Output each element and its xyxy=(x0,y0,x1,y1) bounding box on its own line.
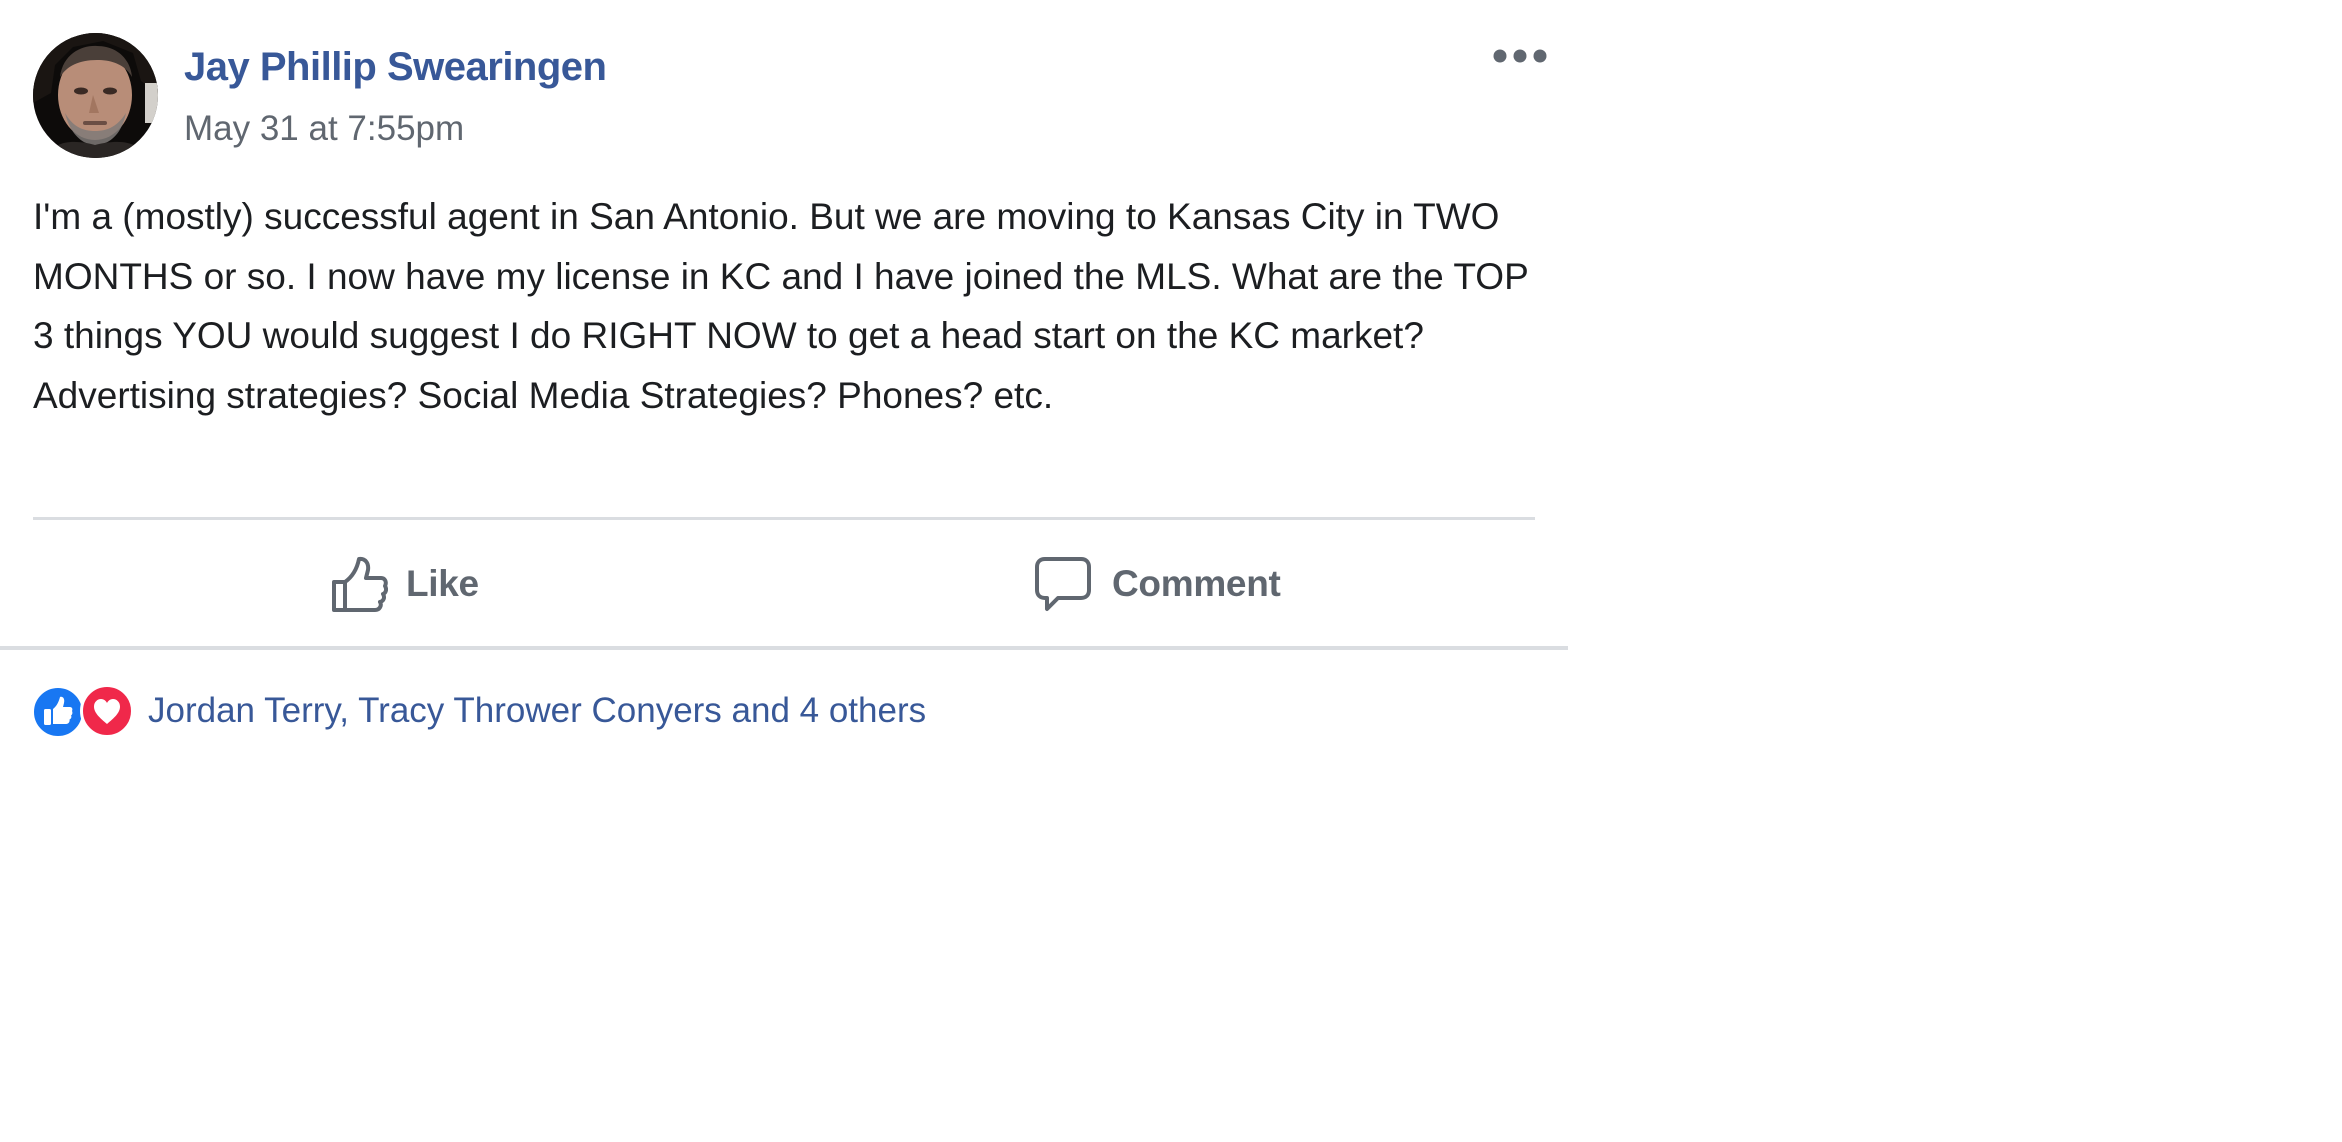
like-button[interactable]: Like xyxy=(330,548,479,620)
thumbs-up-icon xyxy=(332,556,388,612)
comment-label: Comment xyxy=(1112,563,1281,604)
section-divider xyxy=(0,646,1568,650)
like-reaction-icon xyxy=(32,686,84,738)
reaction-icons[interactable] xyxy=(32,684,134,738)
more-options-icon xyxy=(1493,49,1547,63)
like-label: Like xyxy=(406,563,479,604)
author-name[interactable]: Jay Phillip Swearingen xyxy=(184,44,607,90)
more-options-button[interactable] xyxy=(1488,38,1552,74)
comment-bubble-icon xyxy=(1035,557,1091,611)
comment-button[interactable]: Comment xyxy=(1034,548,1281,620)
reactors-link[interactable]: Jordan Terry, Tracy Thrower Conyers and … xyxy=(148,691,926,731)
reactions-summary[interactable]: Jordan Terry, Tracy Thrower Conyers and … xyxy=(32,684,926,738)
post-text: I'm a (mostly) successful agent in San A… xyxy=(33,196,1529,416)
avatar[interactable] xyxy=(33,33,158,158)
divider xyxy=(33,517,1535,520)
post-timestamp[interactable]: May 31 at 7:55pm xyxy=(184,109,464,149)
love-reaction-icon xyxy=(80,684,134,738)
